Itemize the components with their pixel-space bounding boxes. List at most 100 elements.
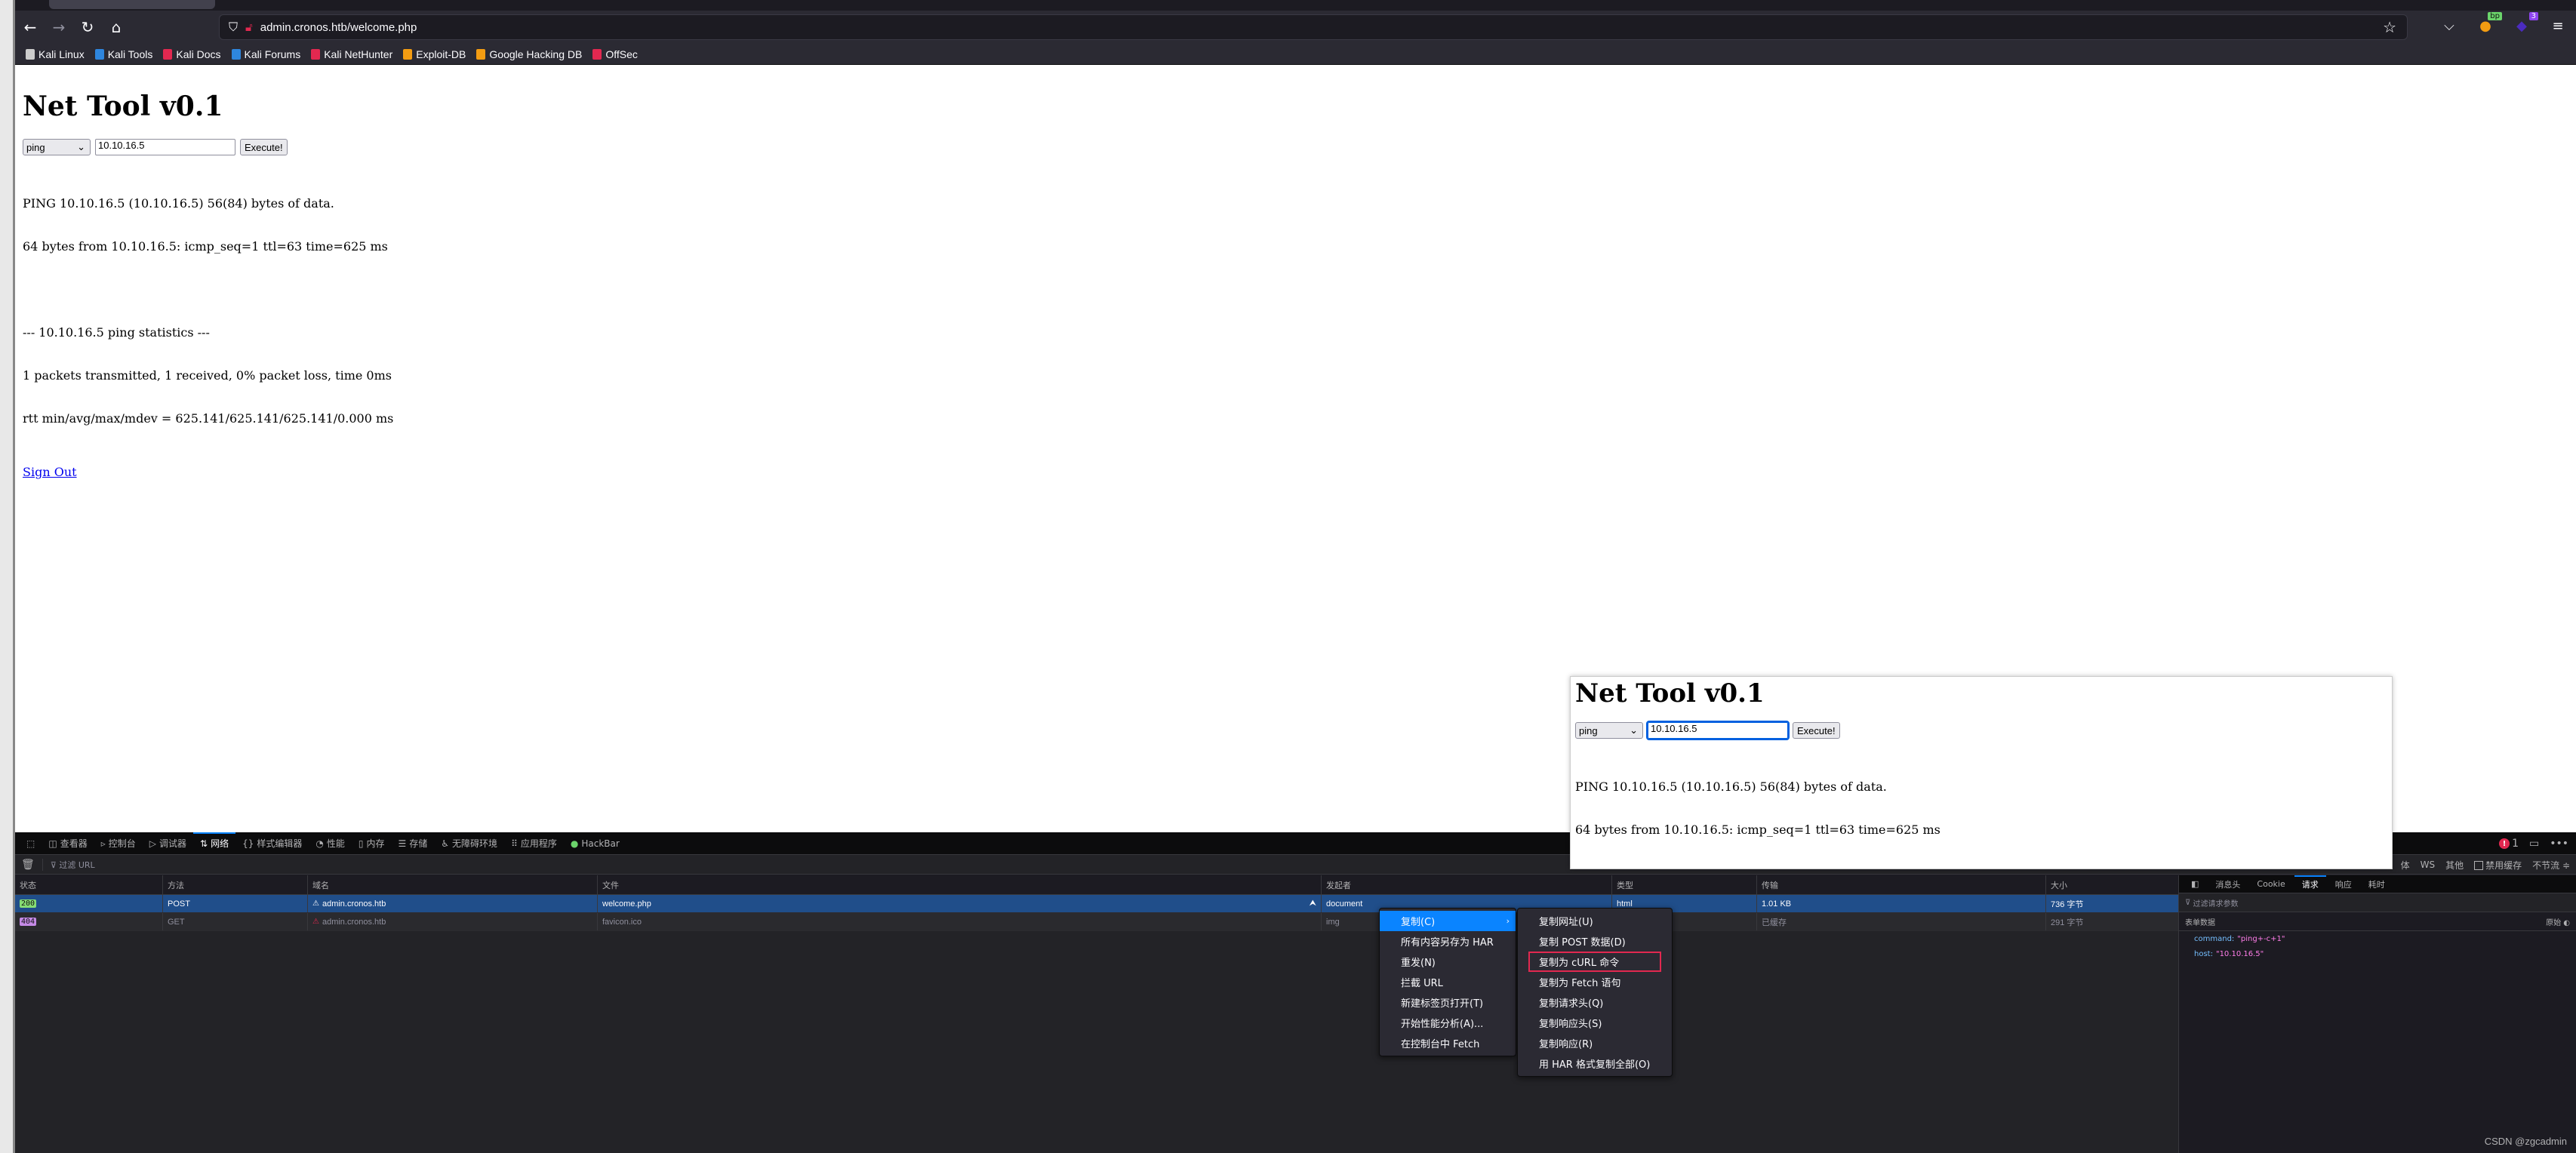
bookmark-kali-forums[interactable]: Kali Forums — [231, 48, 300, 60]
preview-execute-button[interactable]: Execute! — [1793, 722, 1840, 739]
ghdb-icon — [476, 48, 486, 60]
insecure-lock-icon[interactable]: 🔓︎ — [245, 20, 253, 34]
raw-toggle[interactable]: 原始 ◐ — [2546, 916, 2570, 927]
menu-item-copy-response-headers[interactable]: 复制响应头(S) — [1518, 1013, 1672, 1033]
tab-console[interactable]: ▹ 控制台 — [94, 832, 143, 855]
tab-debugger[interactable]: ▷ 调试器 — [143, 832, 193, 855]
column-initiator[interactable]: 发起者 — [1322, 875, 1612, 894]
filter-url-input[interactable]: ⊽ 过滤 URL — [51, 859, 95, 871]
menu-item-copy-post-data[interactable]: 复制 POST 数据(D) — [1518, 931, 1672, 952]
throttle-select[interactable]: 不节流 ≑ — [2532, 859, 2570, 872]
tab-accessibility[interactable]: ♿︎ 无障碍环境 — [434, 832, 504, 855]
debugger-icon: ▷ — [149, 838, 156, 849]
menu-item-copy-response[interactable]: 复制响应(R) — [1518, 1033, 1672, 1053]
reload-icon[interactable]: ↻ — [74, 14, 101, 41]
tab-performance[interactable]: ◔ 性能 — [309, 832, 352, 855]
menu-item-copy-fetch[interactable]: 复制为 Fetch 语句 — [1518, 972, 1672, 992]
tab-style-editor[interactable]: {} 样式编辑器 — [235, 832, 309, 855]
tab-headers[interactable]: 消息头 — [2208, 875, 2248, 893]
preview-command-select[interactable]: ping ⌄ — [1575, 722, 1643, 739]
tab-response[interactable]: 响应 — [2328, 875, 2359, 893]
error-count[interactable]: ! 1 — [2499, 838, 2519, 850]
column-status[interactable]: 状态 — [15, 875, 163, 894]
copy-submenu: 复制网址(U) 复制 POST 数据(D) 复制为 cURL 命令 复制为 Fe… — [1517, 908, 1673, 1077]
pocket-icon[interactable]: ⌵ — [2439, 15, 2460, 36]
row-domain: admin.cronos.htb — [322, 917, 386, 927]
url-text[interactable]: admin.cronos.htb/welcome.php — [260, 21, 417, 34]
preview-form: ping ⌄ 10.10.16.5 Execute! — [1575, 721, 2387, 740]
url-bar[interactable]: ⛉ 🔓︎ admin.cronos.htb/welcome.php ☆ — [219, 14, 2408, 40]
more-options-icon[interactable]: ••• — [2550, 838, 2568, 850]
preview-host-input[interactable]: 10.10.16.5 — [1646, 721, 1790, 740]
disable-cache-checkbox[interactable]: 禁用缓存 — [2474, 859, 2522, 872]
tab-hackbar[interactable]: ● HackBar — [564, 832, 626, 855]
tab-network[interactable]: ⇅ 网络 — [193, 832, 236, 855]
element-picker-icon[interactable]: ⬚ — [20, 832, 42, 855]
column-transfer[interactable]: 传输 — [1757, 875, 2046, 894]
home-icon[interactable]: ⌂ — [103, 14, 130, 41]
bookmark-kali-tools[interactable]: Kali Tools — [94, 48, 152, 60]
back-icon[interactable]: ← — [17, 14, 44, 41]
layers-icon[interactable]: ◆ 3 — [2511, 12, 2538, 36]
responsive-design-icon[interactable]: ▭ — [2529, 838, 2539, 850]
chevron-down-icon: ⌄ — [1630, 724, 1638, 736]
filter-type-other[interactable]: 其他 — [2445, 859, 2464, 872]
tab-application[interactable]: ⠿ 应用程序 — [504, 832, 564, 855]
bookmark-kali-linux[interactable]: Kali Linux — [26, 48, 85, 60]
menu-item-copy-all-har[interactable]: 用 HAR 格式复制全部(O) — [1518, 1053, 1672, 1074]
column-size[interactable]: 大小 — [2046, 875, 2178, 894]
preview-title: Net Tool v0.1 — [1575, 678, 1765, 709]
bookmarks-bar: Kali Linux Kali Tools Kali Docs Kali For… — [15, 44, 2576, 65]
execute-button[interactable]: Execute! — [240, 139, 288, 155]
active-tab[interactable] — [49, 0, 215, 9]
tab-timings[interactable]: 耗时 — [2361, 875, 2393, 893]
menu-item-copy[interactable]: 复制(C) › — [1380, 911, 1516, 931]
menu-item-start-profiling[interactable]: 开始性能分析(A)... — [1380, 1013, 1516, 1033]
accessibility-icon: ♿︎ — [441, 838, 450, 849]
column-type[interactable]: 类型 — [1612, 875, 1757, 894]
window-edge — [0, 0, 15, 1153]
table-row[interactable]: 404 GET ⚠︎ admin.cronos.htb favicon.ico i… — [15, 913, 2178, 931]
filter-type-ws[interactable]: WS — [2421, 859, 2435, 870]
bookmark-exploit-db[interactable]: Exploit-DB — [403, 48, 466, 60]
menu-item-resend[interactable]: 重发(N) — [1380, 952, 1516, 972]
bookmark-kali-nethunter[interactable]: Kali NetHunter — [311, 48, 392, 60]
performance-icon: ◔ — [315, 838, 324, 849]
tab-memory[interactable]: ▯ 内存 — [352, 832, 392, 855]
tab-inspector[interactable]: ◫ 查看器 — [42, 832, 94, 855]
menu-item-copy-url[interactable]: 复制网址(U) — [1518, 911, 1672, 931]
tab-cookie[interactable]: Cookie — [2249, 875, 2292, 893]
row-method: POST — [163, 895, 308, 912]
table-row[interactable]: 200 POST ⚠︎ admin.cronos.htb welcome.php ⮝… — [15, 895, 2178, 913]
menu-icon[interactable]: ≡ — [2547, 15, 2568, 36]
sign-out-link[interactable]: Sign Out — [23, 465, 77, 479]
burp-proxy-icon[interactable]: ● bp — [2475, 12, 2502, 36]
menu-item-save-har[interactable]: 所有内容另存为 HAR — [1380, 931, 1516, 952]
row-size: 736 字节 — [2051, 899, 2084, 909]
context-menu: 复制(C) › 所有内容另存为 HAR 重发(N) 拦截 URL 新建标签页打开(… — [1379, 908, 1516, 1056]
command-select[interactable]: ping ⌄ — [23, 139, 91, 155]
network-request-table: 状态 方法 域名 文件 发起者 类型 传输 大小 200 POST ⚠︎ admi… — [15, 875, 2178, 1153]
forward-icon[interactable]: → — [45, 14, 72, 41]
menu-item-block-url[interactable]: 拦截 URL — [1380, 972, 1516, 992]
shield-icon[interactable]: ⛉ — [229, 20, 238, 35]
trash-icon[interactable]: 🗑︎ — [21, 858, 43, 871]
filter-params-input[interactable]: ⊽ 过滤请求参数 — [2179, 893, 2576, 912]
bookmark-offsec[interactable]: OffSec — [592, 48, 638, 60]
host-input[interactable]: 10.10.16.5 — [95, 139, 235, 155]
tab-request[interactable]: 请求 — [2294, 875, 2326, 893]
column-method[interactable]: 方法 — [163, 875, 308, 894]
bookmark-star-icon[interactable]: ☆ — [2383, 18, 2396, 36]
kali-docs-icon — [163, 48, 173, 60]
bookmark-kali-docs[interactable]: Kali Docs — [163, 48, 221, 60]
column-domain[interactable]: 域名 — [308, 875, 598, 894]
bookmark-google-hacking-db[interactable]: Google Hacking DB — [476, 48, 582, 60]
menu-item-open-new-tab[interactable]: 新建标签页打开(T) — [1380, 992, 1516, 1013]
toggle-panel-icon[interactable]: ◧ — [2184, 875, 2206, 893]
tab-storage[interactable]: ☰ 存储 — [392, 832, 435, 855]
menu-item-copy-curl[interactable]: 复制为 cURL 命令 — [1528, 952, 1661, 972]
filter-type-font[interactable]: 体 — [2401, 859, 2410, 872]
menu-item-copy-request-headers[interactable]: 复制请求头(Q) — [1518, 992, 1672, 1013]
menu-item-fetch-console[interactable]: 在控制台中 Fetch — [1380, 1033, 1516, 1053]
column-file[interactable]: 文件 — [598, 875, 1322, 894]
